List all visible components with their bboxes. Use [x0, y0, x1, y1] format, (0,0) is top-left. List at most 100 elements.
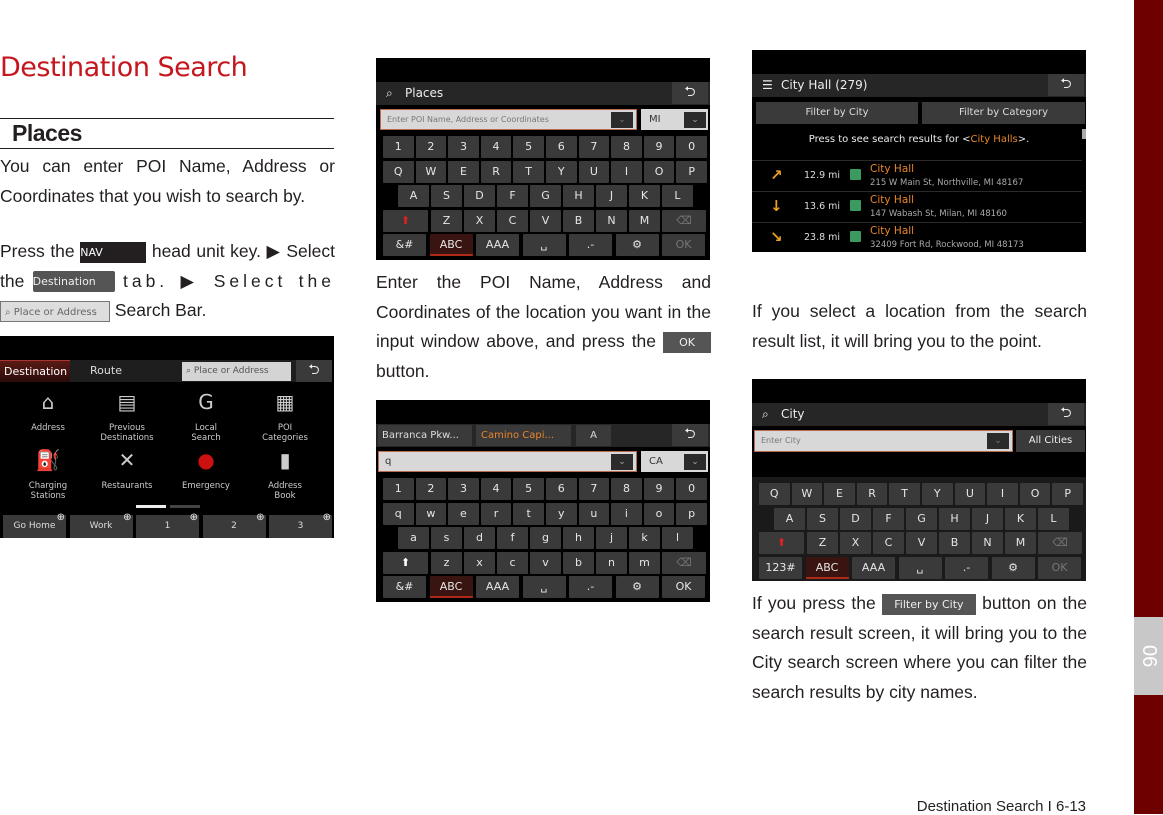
- menu-item-label[interactable]: Charging: [8, 481, 88, 491]
- key[interactable]: X: [464, 209, 495, 232]
- address-book-icon[interactable]: ▮: [270, 448, 300, 472]
- key[interactable]: 1: [383, 136, 414, 158]
- accent-mode-key[interactable]: AAA: [852, 556, 895, 579]
- key[interactable]: 4: [480, 136, 512, 158]
- ok-key[interactable]: OK: [662, 234, 705, 256]
- settings-key[interactable]: ⚙: [615, 234, 659, 256]
- key[interactable]: H: [939, 507, 970, 530]
- house-search-icon[interactable]: ⌂: [33, 390, 63, 414]
- shift-key[interactable]: ⬆: [759, 532, 804, 554]
- back-button[interactable]: ⮌: [296, 360, 332, 382]
- key[interactable]: 9: [643, 136, 675, 158]
- key[interactable]: .-: [945, 556, 988, 579]
- key[interactable]: d: [464, 527, 495, 549]
- key[interactable]: U: [578, 160, 610, 183]
- menu-item-label[interactable]: Stations: [8, 491, 88, 501]
- settings-key[interactable]: ⚙: [991, 556, 1035, 579]
- key[interactable]: p: [676, 502, 707, 525]
- menu-item-label[interactable]: Destinations: [87, 433, 167, 443]
- key[interactable]: 3: [448, 136, 479, 158]
- key[interactable]: 7: [578, 478, 610, 500]
- key[interactable]: 123#: [759, 556, 802, 579]
- accent-mode-key[interactable]: AAA: [476, 234, 519, 256]
- key[interactable]: H: [563, 185, 594, 207]
- menu-item-label[interactable]: Address: [245, 481, 325, 491]
- key[interactable]: G: [530, 185, 561, 207]
- add-icon[interactable]: ⊕: [323, 513, 331, 523]
- place-search-input[interactable]: ⌕ Place or Address: [182, 362, 291, 381]
- result-row[interactable]: ↗ 12.9 mi City Hall 215 W Main St, Northvil…: [752, 160, 1082, 191]
- key[interactable]: .-: [569, 576, 612, 598]
- ok-key[interactable]: OK: [662, 576, 705, 598]
- filter-by-city-button[interactable]: Filter by City: [756, 102, 918, 124]
- key[interactable]: Z: [431, 209, 462, 232]
- tab-destination[interactable]: Destination: [0, 360, 70, 382]
- filter-by-category-button[interactable]: Filter by Category: [922, 102, 1085, 124]
- add-icon[interactable]: ⊕: [57, 513, 65, 523]
- key[interactable]: 8: [611, 478, 642, 500]
- menu-item-label[interactable]: Restaurants: [87, 481, 167, 491]
- fork-spoon-icon[interactable]: ✕: [112, 448, 142, 472]
- key[interactable]: u: [578, 502, 610, 525]
- key[interactable]: 8: [611, 136, 642, 158]
- key[interactable]: 5: [513, 478, 544, 500]
- key[interactable]: D: [840, 507, 871, 530]
- backspace-key[interactable]: ⌫: [662, 209, 706, 232]
- favorite-button[interactable]: Go Home ⊕: [3, 513, 66, 538]
- key[interactable]: C: [873, 532, 904, 554]
- key[interactable]: K: [1005, 507, 1036, 530]
- key[interactable]: J: [972, 507, 1003, 530]
- key[interactable]: S: [807, 507, 838, 530]
- key[interactable]: v: [530, 551, 561, 574]
- ok-key[interactable]: OK: [1038, 556, 1081, 579]
- key[interactable]: m: [629, 551, 660, 574]
- key[interactable]: F: [497, 185, 528, 207]
- space-key[interactable]: ␣: [522, 576, 566, 598]
- space-key[interactable]: ␣: [898, 556, 942, 579]
- key[interactable]: j: [596, 527, 627, 549]
- folder-clock-icon[interactable]: ▤: [112, 390, 142, 414]
- key[interactable]: X: [840, 532, 871, 554]
- key[interactable]: E: [448, 160, 479, 183]
- key[interactable]: A: [774, 507, 805, 530]
- key[interactable]: A: [398, 185, 429, 207]
- key[interactable]: b: [563, 551, 594, 574]
- key[interactable]: T: [889, 483, 920, 505]
- key[interactable]: V: [906, 532, 937, 554]
- charging-station-icon[interactable]: ⛽: [33, 448, 63, 472]
- accent-mode-key[interactable]: AAA: [476, 576, 519, 598]
- key[interactable]: k: [629, 527, 660, 549]
- favorite-button[interactable]: 2 ⊕: [202, 513, 266, 538]
- key[interactable]: I: [611, 160, 642, 183]
- key[interactable]: t: [513, 502, 544, 525]
- menu-item-label[interactable]: Emergency: [166, 481, 246, 491]
- key[interactable]: F: [873, 507, 904, 530]
- add-icon[interactable]: ⊕: [190, 513, 198, 523]
- key[interactable]: S: [431, 185, 462, 207]
- key[interactable]: N: [972, 532, 1003, 554]
- key[interactable]: R: [856, 483, 888, 505]
- favorite-button[interactable]: Work ⊕: [69, 513, 133, 538]
- key[interactable]: 3: [448, 478, 479, 500]
- menu-item-label[interactable]: Search: [166, 433, 246, 443]
- key[interactable]: B: [563, 209, 594, 232]
- key[interactable]: .-: [569, 234, 612, 256]
- key[interactable]: N: [596, 209, 627, 232]
- key[interactable]: a: [398, 527, 429, 549]
- key[interactable]: 5: [513, 136, 544, 158]
- key[interactable]: R: [480, 160, 512, 183]
- key[interactable]: O: [1019, 483, 1051, 505]
- key[interactable]: L: [662, 185, 693, 207]
- key[interactable]: h: [563, 527, 594, 549]
- key[interactable]: E: [824, 483, 855, 505]
- key[interactable]: g: [530, 527, 561, 549]
- key[interactable]: K: [629, 185, 660, 207]
- building-search-icon[interactable]: ▦: [270, 390, 300, 414]
- page-indicator-active[interactable]: [136, 505, 166, 508]
- key[interactable]: s: [431, 527, 462, 549]
- shift-key[interactable]: ⬆: [383, 551, 428, 574]
- page-indicator[interactable]: [170, 505, 200, 508]
- result-row[interactable]: ↓ 13.6 mi City Hall 147 Wabash St, Milan, M…: [752, 191, 1082, 222]
- menu-item-label[interactable]: Previous: [87, 423, 167, 433]
- favorite-button[interactable]: 3 ⊕: [269, 513, 332, 538]
